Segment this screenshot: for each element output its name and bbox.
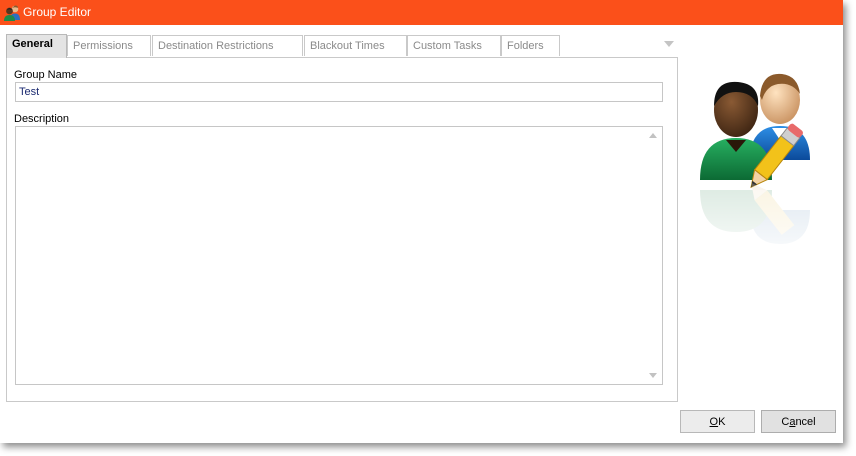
tab-custom-tasks[interactable]: Custom Tasks bbox=[407, 35, 501, 56]
description-label: Description bbox=[14, 113, 70, 125]
title-bar: Group Editor bbox=[0, 0, 843, 25]
window-title: Group Editor bbox=[23, 5, 92, 19]
description-scrollbar[interactable] bbox=[645, 127, 662, 384]
tab-strip: General Permissions Destination Restrict… bbox=[6, 34, 678, 58]
group-users-edit-icon bbox=[692, 73, 834, 268]
group-name-label: Group Name bbox=[14, 69, 77, 81]
cancel-button[interactable]: Cancel bbox=[761, 410, 836, 433]
tab-folders[interactable]: Folders bbox=[501, 35, 560, 56]
tab-general[interactable]: General bbox=[6, 34, 67, 58]
description-field bbox=[15, 126, 663, 385]
tab-permissions[interactable]: Permissions bbox=[67, 35, 151, 56]
tab-label: Blackout Times bbox=[310, 40, 385, 52]
ok-accel: O bbox=[709, 415, 719, 428]
general-tab-panel: Group Name Description bbox=[6, 57, 678, 402]
tab-label: Destination Restrictions bbox=[158, 40, 274, 52]
cancel-label-rest: ncel bbox=[795, 415, 816, 428]
group-editor-window: Group Editor General Permissions Destina… bbox=[0, 0, 843, 443]
tab-destination-restrictions[interactable]: Destination Restrictions bbox=[152, 35, 303, 56]
scroll-down-icon[interactable] bbox=[649, 373, 657, 378]
ok-button[interactable]: OK bbox=[680, 410, 755, 433]
scroll-up-icon[interactable] bbox=[649, 133, 657, 138]
group-name-input[interactable] bbox=[15, 82, 663, 102]
description-textarea[interactable] bbox=[16, 127, 644, 384]
tab-label: Custom Tasks bbox=[413, 40, 482, 52]
tab-overflow-chevron-down-icon[interactable] bbox=[664, 41, 674, 47]
ok-label-rest: K bbox=[718, 415, 726, 428]
tab-blackout-times[interactable]: Blackout Times bbox=[304, 35, 407, 56]
group-users-icon bbox=[4, 5, 20, 21]
tab-label: General bbox=[12, 38, 53, 50]
tab-label: Folders bbox=[507, 40, 544, 52]
tab-label: Permissions bbox=[73, 40, 133, 52]
